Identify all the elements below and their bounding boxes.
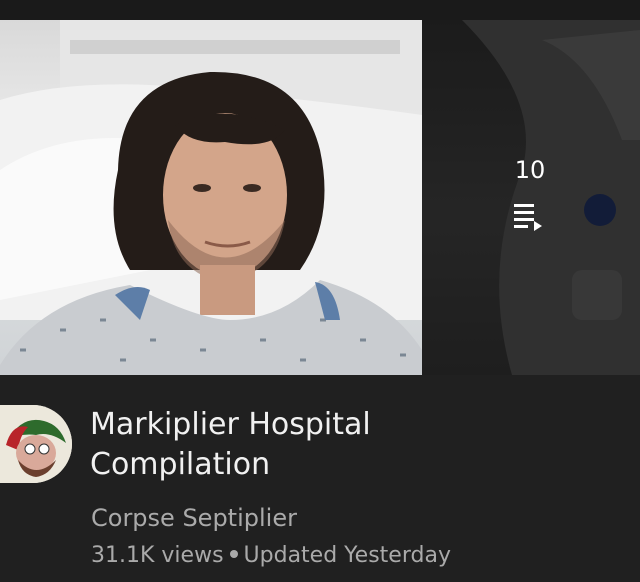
view-count: 31.1K views [91,543,224,568]
thumbnail-image [0,20,422,375]
channel-avatar[interactable] [0,405,72,483]
title-line-1: Markiplier Hospital [90,407,371,442]
title-line-2: Compilation [90,447,271,482]
playlist-meta: 31.1K views Updated Yesterday [91,540,451,572]
separator-dot-icon [229,550,238,558]
playlist-play-icon [512,200,548,236]
video-count: 10 [514,156,546,184]
updated-label: Updated Yesterday [243,543,451,568]
top-bar [0,0,640,20]
side-overlay [422,20,640,375]
playlist-stack-thumbnail[interactable] [422,20,640,375]
playlist-title[interactable]: Markiplier Hospital Compilation [90,405,610,485]
playlist-thumbnail[interactable] [0,20,422,375]
channel-name[interactable]: Corpse Septiplier [91,502,297,534]
